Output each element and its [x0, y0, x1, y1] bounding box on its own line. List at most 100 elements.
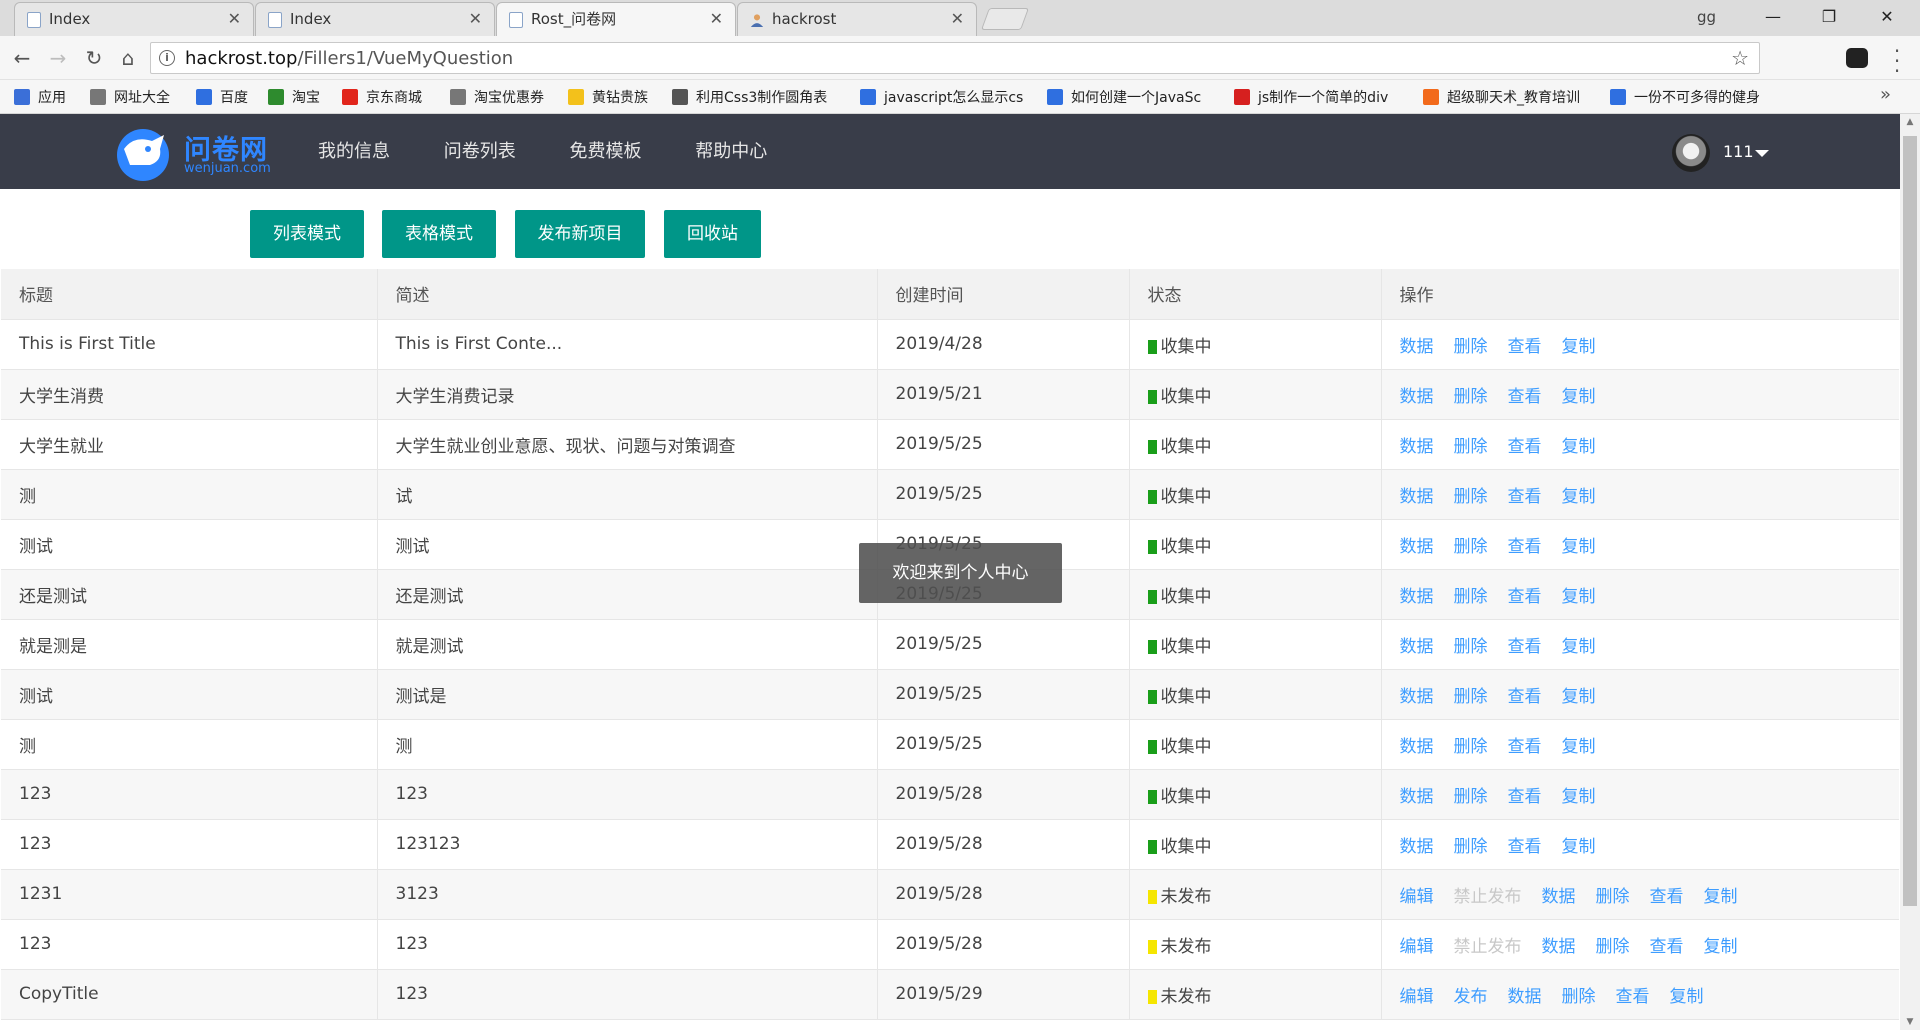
table-mode-button[interactable]: 表格模式: [382, 210, 496, 258]
copy-link[interactable]: 复制: [1670, 987, 1704, 1007]
copy-link[interactable]: 复制: [1562, 487, 1596, 507]
delete-link[interactable]: 删除: [1454, 437, 1488, 457]
copy-link[interactable]: 复制: [1562, 687, 1596, 707]
delete-link[interactable]: 删除: [1454, 537, 1488, 557]
forward-icon[interactable]: →: [44, 44, 72, 72]
bookmark-item[interactable]: 一份不可多得的健身: [1610, 87, 1760, 107]
close-icon[interactable]: ✕: [710, 3, 723, 35]
publish-new-button[interactable]: 发布新项目: [515, 210, 645, 258]
url-text[interactable]: hackrost.top/Fillers1/VueMyQuestion: [185, 48, 513, 69]
caret-down-icon[interactable]: [1755, 150, 1769, 157]
bookmark-item[interactable]: 如何创建一个JavaSc: [1047, 87, 1201, 107]
nav-help-center[interactable]: 帮助中心: [695, 141, 767, 162]
bookmark-item[interactable]: javascript怎么显示cs: [860, 87, 1023, 107]
scrollbar-thumb[interactable]: [1903, 136, 1917, 906]
view-link[interactable]: 查看: [1508, 537, 1542, 557]
bookmark-item[interactable]: js制作一个简单的div: [1234, 87, 1388, 107]
nav-my-info[interactable]: 我的信息: [318, 141, 390, 162]
view-link[interactable]: 查看: [1508, 387, 1542, 407]
bookmark-item[interactable]: 黄钻贵族: [568, 87, 648, 107]
view-link[interactable]: 查看: [1508, 337, 1542, 357]
bookmarks-more-icon[interactable]: »: [1880, 84, 1891, 105]
view-link[interactable]: 查看: [1508, 837, 1542, 857]
publish-link[interactable]: 发布: [1454, 987, 1488, 1007]
data-link[interactable]: 数据: [1400, 337, 1434, 357]
bookmark-item[interactable]: 应用: [14, 87, 66, 107]
view-link[interactable]: 查看: [1650, 937, 1684, 957]
view-link[interactable]: 查看: [1508, 487, 1542, 507]
delete-link[interactable]: 删除: [1562, 987, 1596, 1007]
delete-link[interactable]: 删除: [1454, 837, 1488, 857]
copy-link[interactable]: 复制: [1562, 387, 1596, 407]
copy-link[interactable]: 复制: [1562, 787, 1596, 807]
delete-link[interactable]: 删除: [1596, 887, 1630, 907]
copy-link[interactable]: 复制: [1562, 737, 1596, 757]
data-link[interactable]: 数据: [1400, 737, 1434, 757]
back-icon[interactable]: ←: [8, 44, 36, 72]
nav-questionnaire-list[interactable]: 问卷列表: [444, 141, 516, 162]
profile-label[interactable]: gg: [1697, 8, 1716, 26]
delete-link[interactable]: 删除: [1454, 337, 1488, 357]
nav-free-templates[interactable]: 免费模板: [569, 141, 641, 162]
data-link[interactable]: 数据: [1400, 537, 1434, 557]
avatar[interactable]: [1672, 134, 1710, 172]
bookmark-item[interactable]: 京东商城: [342, 87, 422, 107]
copy-link[interactable]: 复制: [1562, 637, 1596, 657]
data-link[interactable]: 数据: [1400, 487, 1434, 507]
copy-link[interactable]: 复制: [1562, 537, 1596, 557]
browser-tab-rost-wenjuan[interactable]: Rost_问卷网 ✕: [496, 2, 736, 36]
extension-icon[interactable]: [1846, 48, 1868, 68]
reload-icon[interactable]: ↻: [80, 44, 108, 72]
bookmark-item[interactable]: 淘宝优惠券: [450, 87, 544, 107]
home-icon[interactable]: ⌂: [114, 44, 142, 72]
scroll-up-icon[interactable]: ▲: [1900, 114, 1920, 130]
minimize-icon[interactable]: —: [1750, 0, 1796, 36]
bookmark-item[interactable]: 利用Css3制作圆角表: [672, 87, 827, 107]
close-icon[interactable]: ✕: [228, 3, 241, 35]
copy-link[interactable]: 复制: [1562, 587, 1596, 607]
close-icon[interactable]: ✕: [951, 3, 964, 35]
user-name[interactable]: 111: [1723, 142, 1754, 161]
view-link[interactable]: 查看: [1616, 987, 1650, 1007]
copy-link[interactable]: 复制: [1704, 887, 1738, 907]
bookmark-item[interactable]: 淘宝: [268, 87, 320, 107]
bookmark-star-icon[interactable]: ☆: [1731, 46, 1749, 70]
bookmark-item[interactable]: 百度: [196, 87, 248, 107]
data-link[interactable]: 数据: [1400, 387, 1434, 407]
maximize-icon[interactable]: ❐: [1806, 0, 1852, 36]
close-icon[interactable]: ✕: [469, 3, 482, 35]
copy-link[interactable]: 复制: [1562, 337, 1596, 357]
data-link[interactable]: 数据: [1542, 887, 1576, 907]
address-bar[interactable]: i hackrost.top/Fillers1/VueMyQuestion ☆: [150, 42, 1760, 74]
window-close-icon[interactable]: ✕: [1864, 0, 1910, 36]
data-link[interactable]: 数据: [1400, 787, 1434, 807]
view-link[interactable]: 查看: [1508, 437, 1542, 457]
menu-icon[interactable]: · · ·: [1892, 41, 1902, 81]
edit-link[interactable]: 编辑: [1400, 887, 1434, 907]
view-link[interactable]: 查看: [1508, 637, 1542, 657]
edit-link[interactable]: 编辑: [1400, 937, 1434, 957]
data-link[interactable]: 数据: [1400, 637, 1434, 657]
scroll-down-icon[interactable]: ▼: [1900, 1014, 1920, 1030]
new-tab-button[interactable]: [980, 8, 1030, 30]
copy-link[interactable]: 复制: [1562, 837, 1596, 857]
view-link[interactable]: 查看: [1508, 587, 1542, 607]
copy-link[interactable]: 复制: [1704, 937, 1738, 957]
delete-link[interactable]: 删除: [1454, 487, 1488, 507]
view-link[interactable]: 查看: [1508, 787, 1542, 807]
delete-link[interactable]: 删除: [1454, 387, 1488, 407]
data-link[interactable]: 数据: [1400, 587, 1434, 607]
data-link[interactable]: 数据: [1400, 437, 1434, 457]
view-link[interactable]: 查看: [1508, 737, 1542, 757]
wenjuan-logo-icon[interactable]: [112, 125, 174, 181]
recycle-bin-button[interactable]: 回收站: [664, 210, 761, 258]
list-mode-button[interactable]: 列表模式: [250, 210, 364, 258]
browser-tab-index-2[interactable]: Index ✕: [255, 2, 495, 36]
delete-link[interactable]: 删除: [1454, 637, 1488, 657]
delete-link[interactable]: 删除: [1454, 587, 1488, 607]
edit-link[interactable]: 编辑: [1400, 987, 1434, 1007]
view-link[interactable]: 查看: [1508, 687, 1542, 707]
data-link[interactable]: 数据: [1400, 837, 1434, 857]
browser-tab-index-1[interactable]: Index ✕: [14, 2, 254, 36]
data-link[interactable]: 数据: [1508, 987, 1542, 1007]
